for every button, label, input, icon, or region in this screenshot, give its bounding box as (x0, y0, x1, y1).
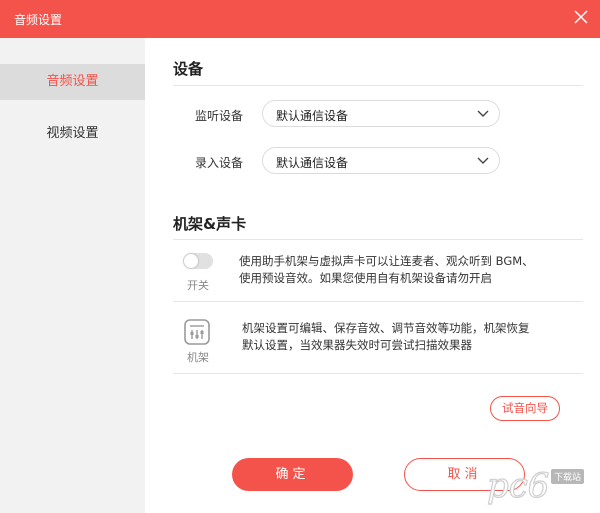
devices-section-title: 设备 (173, 60, 204, 78)
watermark-subtext: 下载站 (551, 469, 585, 484)
close-icon[interactable] (568, 4, 594, 30)
monitor-device-label: 监听设备 (195, 109, 244, 123)
sidebar: 音频设置 视频设置 (0, 38, 145, 513)
sound-test-wizard-button[interactable]: 试音向导 (490, 396, 560, 421)
row-divider (173, 301, 583, 302)
switch-description-line2: 使用预设音效。如果您使用自有机架设备请勿开启 (239, 271, 492, 285)
switch-description-line1: 使用助手机架与虚拟声卡可以让连麦者、观众听到 BGM、 (239, 254, 534, 268)
toggle-knob (184, 254, 198, 268)
input-device-label: 录入设备 (195, 156, 244, 170)
rack-caption: 机架 (187, 351, 209, 364)
rack-icon[interactable] (183, 318, 211, 346)
monitor-device-select[interactable]: 默认通信设备 (262, 100, 500, 127)
input-device-select[interactable]: 默认通信设备 (262, 147, 500, 174)
sidebar-item-audio[interactable]: 音频设置 (0, 64, 145, 100)
rack-section-title: 机架&声卡 (173, 215, 247, 233)
sidebar-item-video[interactable]: 视频设置 (0, 116, 145, 152)
section-divider (173, 239, 583, 240)
settings-panel: 设备 监听设备 默认通信设备 录入设备 默认通信设备 机架&声卡 开关 使用助手… (145, 38, 600, 513)
title-bar: 音频设置 (0, 0, 600, 38)
rack-description-line1: 机架设置可编辑、保存音效、调节音效等功能，机架恢复 (242, 321, 530, 335)
chevron-down-icon (477, 110, 489, 117)
window-title: 音频设置 (14, 13, 63, 27)
watermark-brand: pc6 (487, 466, 549, 506)
input-device-value: 默认通信设备 (276, 156, 349, 170)
section-divider (173, 85, 583, 86)
monitor-device-value: 默认通信设备 (276, 109, 349, 123)
rack-switch-toggle[interactable] (183, 253, 213, 269)
rack-description-line2: 默认设置，当效果器失效时可尝试扫描效果器 (242, 338, 472, 352)
chevron-down-icon (477, 157, 489, 164)
row-divider (173, 373, 583, 374)
confirm-button[interactable]: 确定 (232, 458, 353, 491)
switch-caption: 开关 (187, 279, 209, 292)
